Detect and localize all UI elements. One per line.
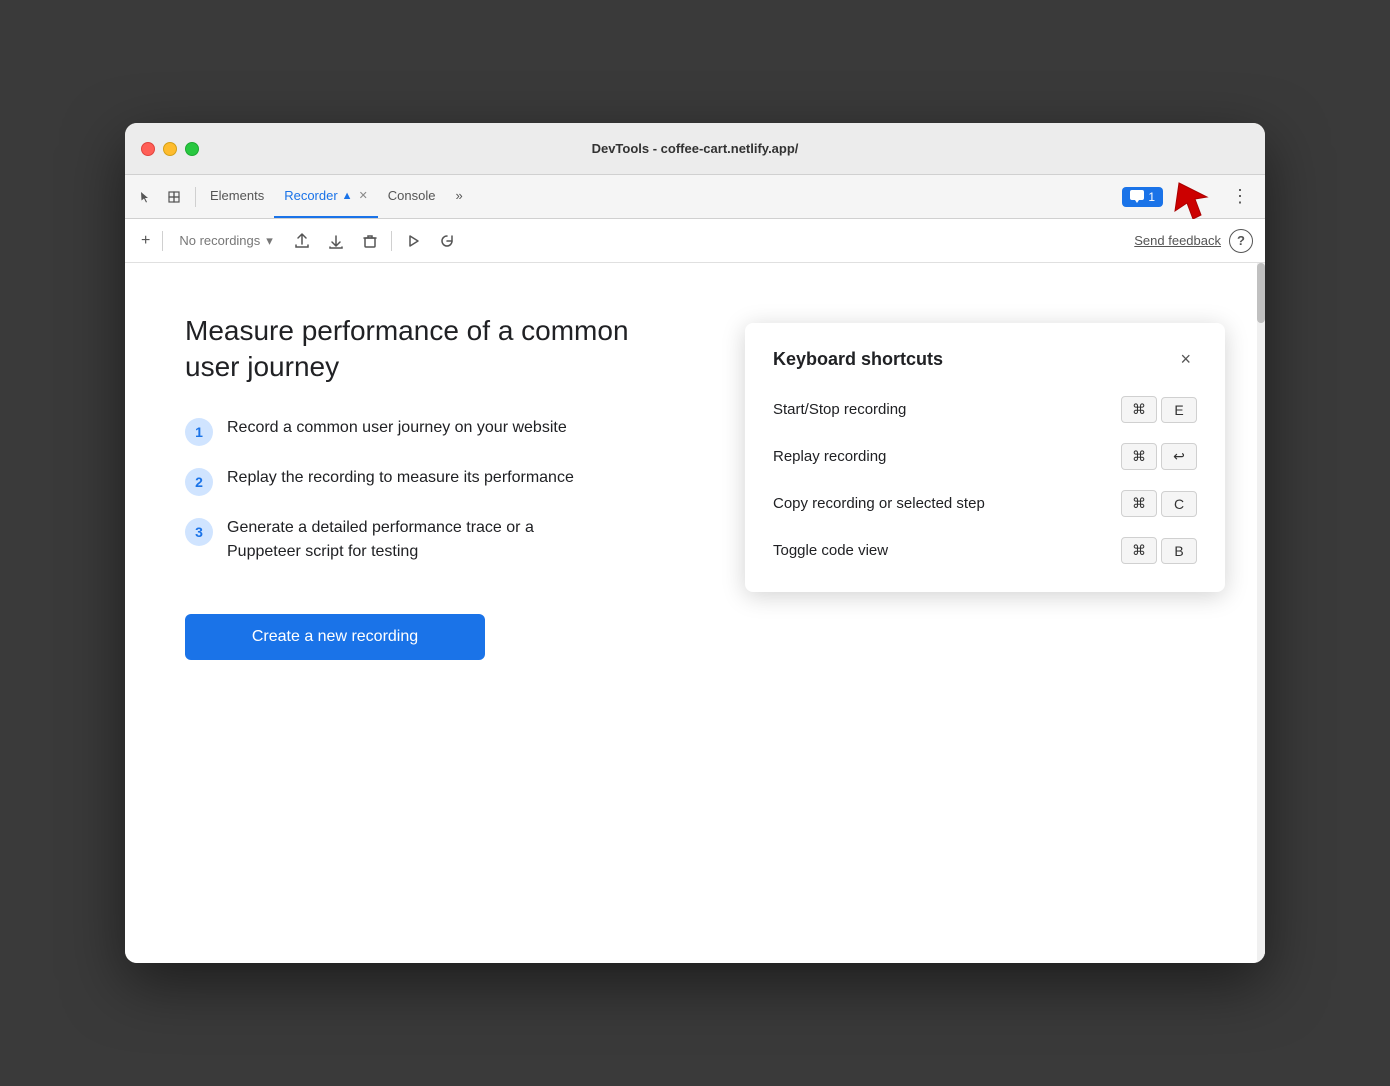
title-bar: DevTools - coffee-cart.netlify.app/ (125, 123, 1265, 175)
key-c: C (1161, 491, 1197, 517)
shortcut-toggle-code-label: Toggle code view (773, 542, 888, 559)
toolbar-separator-1 (162, 231, 163, 251)
close-traffic-light[interactable] (141, 142, 155, 156)
key-e: E (1161, 397, 1197, 423)
devtools-nav-left (133, 184, 187, 210)
tab-recorder[interactable]: Recorder ▲ ✕ (274, 175, 378, 218)
main-content: Keyboard shortcuts × Start/Stop recordin… (125, 263, 1265, 963)
step-number-2: 2 (185, 468, 213, 496)
tab-separator-left (195, 187, 196, 207)
notification-count: 1 (1148, 190, 1155, 204)
recorder-toolbar: + No recordings ▾ (125, 219, 1265, 263)
shortcut-replay-label: Replay recording (773, 448, 886, 465)
tab-recorder-label: Recorder (284, 188, 337, 203)
scrollbar-thumb[interactable] (1257, 263, 1265, 323)
more-tabs-button[interactable]: » (445, 175, 472, 218)
shortcuts-close-button[interactable]: × (1174, 347, 1197, 372)
shortcut-copy-label: Copy recording or selected step (773, 495, 985, 512)
shortcut-replay: Replay recording ⌘ ↩ (773, 443, 1197, 470)
chevron-down-icon: ▾ (266, 233, 273, 249)
more-options-button[interactable]: ⋮ (1223, 182, 1257, 211)
key-cmd-4: ⌘ (1121, 537, 1157, 564)
import-button[interactable] (323, 228, 349, 254)
replay-with-performance-button[interactable] (434, 228, 460, 254)
recorder-icon: ▲ (342, 190, 353, 202)
toolbar-right: Send feedback ? (1134, 229, 1253, 253)
tab-elements[interactable]: Elements (200, 175, 274, 218)
key-enter: ↩ (1161, 443, 1197, 470)
key-cmd-2: ⌘ (1121, 443, 1157, 470)
main-heading: Measure performance of a common user jou… (185, 313, 685, 386)
shortcuts-list: Start/Stop recording ⌘ E Replay recordin… (773, 396, 1197, 564)
replay-button[interactable] (400, 228, 426, 254)
traffic-lights (141, 142, 199, 156)
tab-console-label: Console (388, 188, 436, 203)
notification-badge[interactable]: 1 (1122, 187, 1163, 207)
toolbar-separator-2 (391, 231, 392, 251)
arrow-indicator (1171, 175, 1215, 219)
more-tabs-icon: » (455, 188, 462, 203)
step-number-1: 1 (185, 418, 213, 446)
key-cmd-3: ⌘ (1121, 490, 1157, 517)
shortcut-toggle-code-keys: ⌘ B (1121, 537, 1197, 564)
shortcut-start-stop-label: Start/Stop recording (773, 401, 906, 418)
shortcut-toggle-code: Toggle code view ⌘ B (773, 537, 1197, 564)
cursor-icon[interactable] (133, 184, 159, 210)
delete-recording-button[interactable] (357, 228, 383, 254)
step-number-3: 3 (185, 518, 213, 546)
help-icon: ? (1237, 233, 1245, 248)
tab-elements-label: Elements (210, 188, 264, 203)
inspect-icon[interactable] (161, 184, 187, 210)
shortcuts-title: Keyboard shortcuts (773, 349, 943, 370)
shortcut-copy: Copy recording or selected step ⌘ C (773, 490, 1197, 517)
tab-console[interactable]: Console (378, 175, 446, 218)
shortcuts-header: Keyboard shortcuts × (773, 347, 1197, 372)
add-icon: + (141, 232, 150, 250)
send-feedback-button[interactable]: Send feedback (1134, 233, 1221, 248)
key-b: B (1161, 538, 1197, 564)
key-cmd-1: ⌘ (1121, 396, 1157, 423)
export-button[interactable] (289, 228, 315, 254)
more-options-icon: ⋮ (1231, 186, 1249, 206)
minimize-traffic-light[interactable] (163, 142, 177, 156)
scrollbar-track[interactable] (1257, 263, 1265, 963)
maximize-traffic-light[interactable] (185, 142, 199, 156)
recordings-dropdown-label: No recordings (179, 233, 260, 248)
shortcut-replay-keys: ⌘ ↩ (1121, 443, 1197, 470)
window-title: DevTools - coffee-cart.netlify.app/ (592, 141, 799, 156)
step-text-2: Replay the recording to measure its perf… (227, 466, 574, 490)
browser-window: DevTools - coffee-cart.netlify.app/ Elem… (125, 123, 1265, 963)
help-button[interactable]: ? (1229, 229, 1253, 253)
keyboard-shortcuts-popup: Keyboard shortcuts × Start/Stop recordin… (745, 323, 1225, 592)
devtools-tabs: Elements Recorder ▲ ✕ Console » 1 (125, 175, 1265, 219)
step-text-1: Record a common user journey on your web… (227, 416, 567, 440)
create-recording-button[interactable]: Create a new recording (185, 614, 485, 660)
devtools-tabs-right: 1 ⋮ (1122, 175, 1257, 219)
recordings-dropdown[interactable]: No recordings ▾ (171, 229, 280, 253)
tab-recorder-close[interactable]: ✕ (359, 189, 368, 202)
shortcut-copy-keys: ⌘ C (1121, 490, 1197, 517)
shortcut-start-stop-keys: ⌘ E (1121, 396, 1197, 423)
add-recording-button[interactable]: + (137, 228, 154, 254)
shortcut-start-stop: Start/Stop recording ⌘ E (773, 396, 1197, 423)
step-text-3: Generate a detailed performance trace or… (227, 516, 607, 564)
